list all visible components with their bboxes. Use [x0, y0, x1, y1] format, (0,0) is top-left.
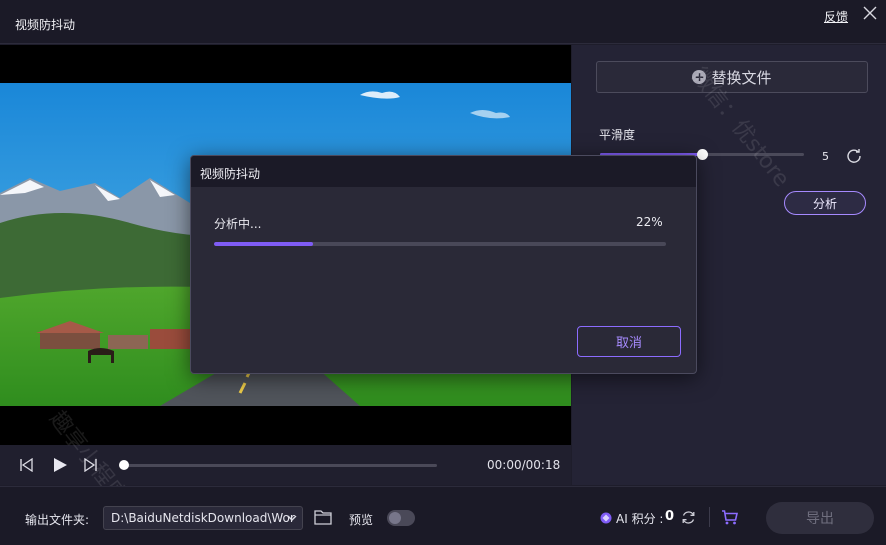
window-title: 视频防抖动 [15, 18, 76, 32]
bottom-bar: 输出文件夹: D:\BaiduNetdiskDownload\Wor 预览 AI… [0, 486, 886, 545]
skip-forward-icon[interactable] [84, 458, 98, 472]
smoothness-slider-handle[interactable] [697, 149, 708, 160]
title-bar: 视频防抖动 反馈 [0, 0, 886, 44]
output-path-value: D:\BaiduNetdiskDownload\Wor [111, 511, 295, 525]
refresh-icon[interactable] [681, 510, 696, 525]
folder-icon[interactable] [314, 509, 332, 525]
output-path-select[interactable]: D:\BaiduNetdiskDownload\Wor [103, 506, 303, 530]
ai-points-icon [600, 512, 612, 524]
skip-back-icon[interactable] [19, 458, 33, 472]
dialog-status-text: 分析中... [214, 217, 262, 231]
analyze-button[interactable]: 分析 [784, 191, 866, 215]
ai-points-value: 0 [665, 509, 675, 524]
playhead-handle[interactable] [119, 460, 129, 470]
cancel-button[interactable]: 取消 [577, 326, 681, 357]
replace-file-label: 替换文件 [711, 68, 772, 87]
preview-label: 预览 [349, 513, 374, 527]
export-button[interactable]: 导出 [766, 502, 874, 534]
replace-file-button[interactable]: + 替换文件 [596, 61, 868, 93]
smoothness-value: 5 [822, 150, 829, 163]
preview-toggle-knob [389, 512, 401, 524]
time-display: 00:00/00:18 [487, 458, 561, 472]
output-folder-label: 输出文件夹: [25, 513, 90, 527]
cart-icon[interactable] [721, 510, 738, 525]
dialog-progress-bar [214, 242, 666, 246]
preview-toggle[interactable] [387, 510, 415, 526]
dialog-header: 视频防抖动 [191, 156, 696, 187]
divider [709, 507, 710, 527]
dialog-progress-percent: 22% [636, 215, 663, 229]
reset-icon[interactable] [846, 148, 862, 164]
plus-circle-icon: + [692, 70, 707, 84]
chevron-down-icon [287, 515, 297, 521]
stabilization-progress-dialog: 视频防抖动 分析中... 22% 取消 [190, 155, 697, 374]
timeline-scrubber[interactable] [119, 460, 437, 470]
dialog-progress-fill [214, 242, 314, 246]
smoothness-label: 平滑度 [599, 128, 636, 142]
dialog-title: 视频防抖动 [200, 167, 261, 181]
player-controls: 00:00/00:18 [0, 445, 571, 485]
close-icon[interactable] [861, 4, 879, 22]
play-icon[interactable] [52, 457, 68, 473]
ai-points-label: AI 积分 : [616, 512, 664, 526]
feedback-link[interactable]: 反馈 [824, 8, 848, 25]
